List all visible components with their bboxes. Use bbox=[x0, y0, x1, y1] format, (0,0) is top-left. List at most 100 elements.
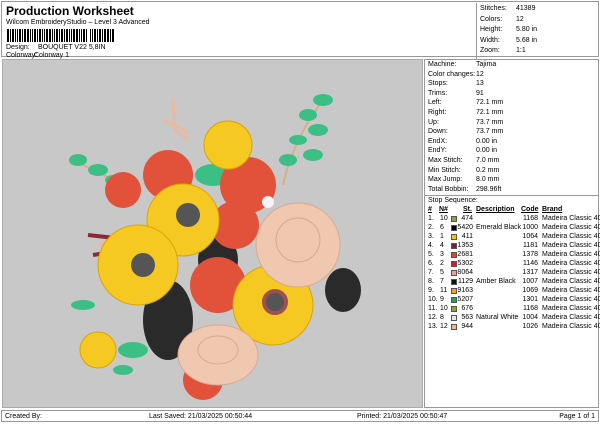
stat-label: Width: bbox=[480, 36, 500, 44]
stop-number: 4. bbox=[428, 242, 434, 249]
stat-stitches: Stitches: 41389 bbox=[480, 5, 535, 12]
stitch-count: 411 bbox=[461, 233, 473, 240]
properties-panel: Machine: Tajima Color changes: 12 Stops: 13 Tr… bbox=[424, 59, 600, 408]
property-row: Down: 73.7 mm bbox=[428, 128, 503, 135]
stop-row: 6. 2 5302 1146 Madeira Classic 40 bbox=[425, 260, 600, 269]
property-label: Machine: bbox=[428, 61, 457, 68]
thread-code: 1301 bbox=[522, 296, 538, 303]
thread-brand: Madeira Classic 40 bbox=[542, 287, 600, 294]
property-row: EndX: 0.00 in bbox=[428, 137, 497, 145]
printed-date: Printed: 21/03/2025 00:50:47 bbox=[357, 413, 448, 420]
property-label: Max Stitch: bbox=[428, 157, 463, 164]
property-label: Color changes: bbox=[428, 70, 476, 78]
bouquet-embroidery-image bbox=[69, 94, 361, 400]
thread-code: 1007 bbox=[522, 278, 538, 285]
thread-brand: Madeira Classic 40 bbox=[542, 251, 600, 258]
col-header-stitches: St. bbox=[463, 206, 472, 213]
color-swatch bbox=[451, 324, 457, 330]
stat-value: 5.80 in bbox=[516, 26, 538, 33]
stop-number: 11. bbox=[428, 305, 438, 312]
stat-width: Width: 5.68 in bbox=[480, 36, 537, 44]
property-label: Min Stitch: bbox=[428, 166, 461, 174]
color-swatch bbox=[451, 225, 457, 231]
color-swatch bbox=[451, 270, 457, 276]
stop-number: 3. bbox=[428, 233, 434, 240]
property-row: Trims: 91 bbox=[428, 90, 484, 97]
property-row: Stops: 13 bbox=[428, 80, 484, 87]
property-row: Left: 72.1 mm bbox=[428, 99, 503, 107]
color-swatch bbox=[451, 261, 457, 267]
thread-brand: Madeira Classic 40 bbox=[542, 215, 600, 222]
thread-brand: Madeira Classic 40 bbox=[542, 314, 600, 321]
last-saved: Last Saved: 21/03/2025 00:50:44 bbox=[149, 413, 253, 420]
property-value: 91 bbox=[476, 89, 484, 97]
color-swatch bbox=[451, 315, 457, 321]
stop-number: 7. bbox=[428, 269, 434, 276]
thread-description: Emerald Black bbox=[476, 224, 522, 231]
stop-row: 9. 11 9163 1069 Madeira Classic 40 bbox=[425, 287, 600, 296]
needle-number: 11 bbox=[440, 287, 448, 294]
stat-label: Zoom: bbox=[480, 47, 500, 54]
stitch-count: 1353 bbox=[457, 242, 473, 249]
stat-value: 12 bbox=[516, 15, 524, 23]
stop-number: 13. bbox=[428, 323, 438, 330]
needle-number: 6 bbox=[440, 224, 444, 231]
col-header-needle: N# bbox=[439, 206, 448, 213]
stitch-count: 8064 bbox=[457, 269, 473, 276]
stitch-count: 676 bbox=[461, 305, 473, 312]
property-value: 72.1 mm bbox=[476, 99, 504, 107]
stop-row: 13. 12 944 1026 Madeira Classic 40 bbox=[425, 323, 600, 332]
color-swatch bbox=[451, 216, 457, 222]
thread-brand: Madeira Classic 40 bbox=[542, 260, 600, 267]
property-label: EndY: bbox=[428, 147, 447, 155]
property-row: EndY: 0.00 in bbox=[428, 147, 497, 155]
thread-code: 1168 bbox=[522, 305, 538, 312]
thread-brand: Madeira Classic 40 bbox=[542, 233, 600, 240]
col-header-code: Code bbox=[521, 206, 539, 213]
property-value: 0.2 mm bbox=[476, 166, 500, 174]
property-row: Total Bobbin: 298.96ft bbox=[428, 186, 501, 193]
thread-brand: Madeira Classic 40 bbox=[542, 296, 600, 303]
property-value: 298.96ft bbox=[476, 185, 502, 193]
needle-number: 5 bbox=[440, 269, 444, 276]
color-swatch bbox=[451, 243, 457, 249]
color-swatch bbox=[451, 234, 457, 240]
property-label: Up: bbox=[428, 118, 439, 126]
stop-number: 9. bbox=[428, 287, 434, 294]
col-header-description: Description bbox=[476, 206, 515, 213]
page-title: Production Worksheet bbox=[6, 4, 134, 18]
stop-row: 5. 3 2681 1378 Madeira Classic 40 bbox=[425, 251, 600, 260]
thread-code: 1069 bbox=[522, 287, 538, 294]
stat-label: Stitches: bbox=[480, 5, 507, 12]
color-swatch bbox=[451, 288, 457, 294]
property-row: Up: 73.7 mm bbox=[428, 118, 503, 126]
design-value: BOUQUET V22 5,8IN bbox=[38, 44, 106, 51]
stat-colors: Colors: 12 bbox=[480, 16, 524, 23]
property-value: 73.7 mm bbox=[476, 118, 504, 126]
thread-brand: Madeira Classic 40 bbox=[542, 305, 600, 312]
page-number: Page 1 of 1 bbox=[559, 413, 595, 420]
property-value: 0.00 in bbox=[476, 137, 498, 145]
property-value: 8.0 mm bbox=[476, 176, 500, 184]
color-swatch bbox=[451, 297, 457, 303]
thread-code: 1317 bbox=[522, 269, 538, 276]
needle-number: 10 bbox=[440, 215, 448, 222]
property-label: EndX: bbox=[428, 137, 448, 145]
thread-code: 1064 bbox=[522, 233, 538, 240]
thread-code: 1378 bbox=[522, 251, 538, 258]
thread-code: 1181 bbox=[522, 242, 538, 249]
thread-brand: Madeira Classic 40 bbox=[542, 242, 600, 249]
property-label: Max Jump: bbox=[428, 176, 463, 184]
property-row: Max Stitch: 7.0 mm bbox=[428, 157, 499, 164]
needle-number: 4 bbox=[440, 242, 444, 249]
stop-row: 7. 5 8064 1317 Madeira Classic 40 bbox=[425, 269, 600, 278]
thread-description: Amber Black bbox=[476, 278, 516, 285]
stats-box: Stitches: 41389 Colors: 12 Height: 5.80 in Wid… bbox=[476, 3, 600, 59]
stop-row: 3. 1 411 1064 Madeira Classic 40 bbox=[425, 233, 600, 242]
thread-brand: Madeira Classic 40 bbox=[542, 269, 600, 276]
color-swatch bbox=[451, 252, 457, 258]
stop-row: 10. 9 5207 1301 Madeira Classic 40 bbox=[425, 296, 600, 305]
property-label: Left: bbox=[428, 99, 442, 107]
color-swatch bbox=[451, 306, 457, 312]
stop-row: 1. 10 474 1168 Madeira Classic 40 bbox=[425, 215, 600, 224]
